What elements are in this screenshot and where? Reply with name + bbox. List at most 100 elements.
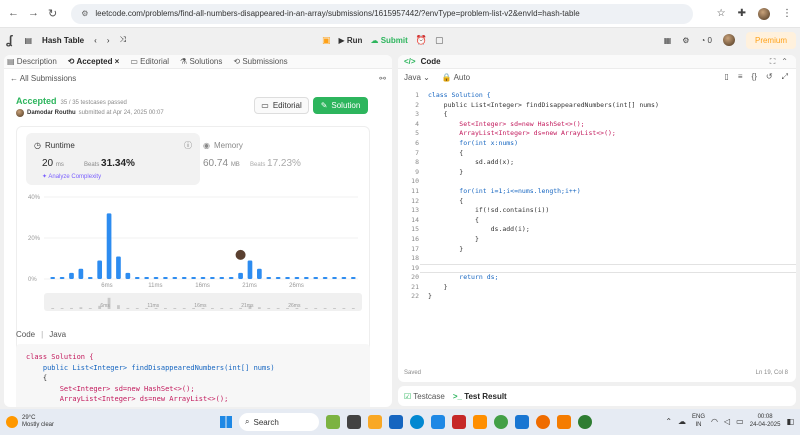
code-line[interactable]: for(int i=1;i<=nums.length;i++) — [428, 187, 659, 197]
code-line[interactable]: ArrayList<Integer> ds=new ArrayList<>(); — [428, 129, 659, 139]
code-line[interactable]: } — [428, 283, 659, 293]
code-line[interactable]: } — [428, 235, 659, 245]
chart-bar[interactable] — [200, 276, 206, 279]
code-editor[interactable]: 1 2 3 4 5 6 7 8 9 10 11 12 13 14 15 16 17 18 19 20 21 22 clas… — [398, 91, 796, 361]
tab-accepted[interactable]: ⟲ Accepted × — [68, 57, 120, 66]
app-icon-6[interactable] — [515, 415, 529, 429]
tab-description[interactable]: ▤ Description — [7, 57, 57, 66]
next-problem-icon[interactable]: › — [107, 36, 110, 45]
run-button[interactable]: ▶ Run — [339, 36, 363, 45]
app-icon-4[interactable] — [431, 415, 445, 429]
code-lines[interactable]: class Solution { public List<Integer> fi… — [428, 91, 659, 302]
chart-bar[interactable] — [97, 260, 103, 279]
problem-list-icon[interactable]: ▤ — [24, 36, 32, 45]
leetcode-logo-icon[interactable]: ʆ — [6, 33, 12, 47]
code-line[interactable]: class Solution { — [428, 91, 659, 101]
tab-code[interactable]: Code — [421, 57, 441, 66]
chart-bar[interactable] — [238, 272, 243, 279]
debug-icon[interactable]: ▣ — [322, 35, 331, 46]
code-line[interactable]: } — [428, 245, 659, 255]
analyze-complexity-link[interactable]: ✦ Analyze Complexity — [42, 173, 101, 180]
chrome-icon[interactable] — [494, 415, 508, 429]
user-avatar[interactable] — [722, 34, 735, 46]
chart-bar[interactable] — [322, 276, 328, 279]
settings-gear-icon[interactable]: ⚙ — [682, 36, 689, 45]
tab-solutions[interactable]: ⚗ Solutions — [180, 57, 222, 66]
tray-chevron-icon[interactable]: ⌃ — [665, 417, 672, 426]
runtime-box[interactable]: ◷ Runtime ⓘ 20 ms Beats 31.34% ✦ Analyze … — [26, 133, 200, 185]
timer-icon[interactable]: ⏰ — [416, 35, 427, 46]
chart-bar[interactable] — [285, 276, 290, 279]
tab-test-result[interactable]: >_ Test Result — [453, 392, 507, 401]
notifications-icon[interactable]: ◧ — [786, 417, 794, 426]
reload-icon[interactable]: ↻ — [48, 7, 57, 20]
mcafee-icon[interactable] — [452, 415, 466, 429]
tab-editorial[interactable]: ▭ Editorial — [130, 57, 169, 66]
address-bar[interactable]: ⚙ leetcode.com/problems/find-all-numbers… — [71, 3, 694, 24]
wifi-icon[interactable]: ◠ — [711, 417, 718, 426]
code-line[interactable]: public List<Integer> findDisappearedNumb… — [428, 101, 659, 111]
code-line[interactable]: sd.add(x); — [428, 158, 659, 168]
code-line[interactable]: Set<Integer> sd=new HashSet<>(); — [428, 120, 659, 130]
runtime-distribution-chart[interactable]: 40% 20% 0% 6ms 11ms 16ms 21ms 26ms 6ms 11ms 16ms 21… — [14, 189, 366, 317]
chart-bar[interactable] — [106, 213, 112, 279]
app-icon-7[interactable] — [557, 415, 571, 429]
weather-widget[interactable]: 29°C Mostly clear — [6, 415, 54, 429]
info-icon[interactable]: ⓘ — [184, 140, 192, 151]
chart-bar[interactable] — [303, 276, 309, 279]
chart-bar[interactable] — [134, 276, 140, 279]
chart-bar[interactable] — [247, 260, 253, 279]
maximize-icon[interactable]: ⛶ — [770, 57, 776, 67]
chart-bar[interactable] — [78, 268, 84, 279]
site-info-icon[interactable]: ⚙ — [81, 9, 88, 18]
layout-icon[interactable]: ▦ — [664, 36, 672, 45]
chart-bar[interactable] — [163, 276, 168, 279]
left-scrollbar[interactable] — [386, 115, 390, 405]
app-icon-3[interactable] — [389, 415, 403, 429]
chart-bar[interactable] — [294, 276, 300, 279]
extensions-icon[interactable]: ✚ — [738, 8, 746, 19]
windows-start-icon[interactable] — [220, 416, 232, 428]
language-indicator[interactable]: ENG IN — [692, 413, 705, 429]
code-line[interactable]: { — [428, 216, 659, 226]
app-icon-5[interactable] — [473, 415, 487, 429]
chart-bar[interactable] — [350, 276, 356, 279]
code-line[interactable]: if(!sd.contains(i)) — [428, 206, 659, 216]
author-avatar[interactable] — [16, 109, 24, 117]
code-line[interactable]: ds.add(i); — [428, 225, 659, 235]
code-line[interactable]: { — [428, 197, 659, 207]
code-line[interactable]: return ds; — [428, 273, 659, 283]
code-line[interactable] — [428, 177, 659, 187]
code-line[interactable]: { — [428, 149, 659, 159]
chart-bar[interactable] — [219, 276, 225, 279]
back-arrow-icon[interactable]: ← — [8, 7, 19, 20]
chart-bar[interactable] — [210, 276, 215, 279]
chart-bar[interactable] — [172, 276, 178, 279]
chart-bar[interactable] — [125, 272, 131, 279]
link-icon[interactable]: ⚯ — [379, 74, 386, 83]
fullscreen-icon[interactable]: ⤢ — [782, 72, 788, 82]
editorial-button[interactable]: ▭ Editorial — [254, 97, 309, 114]
chart-bar[interactable] — [266, 276, 272, 279]
prev-problem-icon[interactable]: ‹ — [94, 36, 97, 45]
battery-icon[interactable]: ▭ — [736, 417, 744, 426]
chart-bar[interactable] — [275, 276, 281, 279]
chart-bar[interactable] — [116, 256, 121, 279]
chart-bar[interactable] — [153, 276, 159, 279]
chart-bar[interactable] — [341, 276, 347, 279]
language-select[interactable]: Java ⌄ — [404, 73, 430, 82]
firefox-icon[interactable] — [536, 415, 550, 429]
code-line[interactable]: { — [428, 110, 659, 120]
browser-menu-icon[interactable]: ⋮ — [782, 8, 792, 19]
profile-avatar[interactable] — [758, 7, 770, 20]
chart-bar[interactable] — [228, 276, 234, 279]
code-line[interactable]: } — [428, 168, 659, 178]
whatsapp-icon[interactable] — [578, 415, 592, 429]
solution-button[interactable]: ✎ Solution — [313, 97, 368, 114]
chart-bar[interactable] — [50, 276, 56, 279]
bookmark-icon[interactable]: ▯ — [724, 72, 728, 82]
volume-icon[interactable]: ◁ — [724, 417, 730, 426]
shuffle-icon[interactable]: ⤨ — [119, 35, 125, 45]
code-line[interactable] — [428, 264, 659, 274]
code-line[interactable] — [428, 254, 659, 264]
